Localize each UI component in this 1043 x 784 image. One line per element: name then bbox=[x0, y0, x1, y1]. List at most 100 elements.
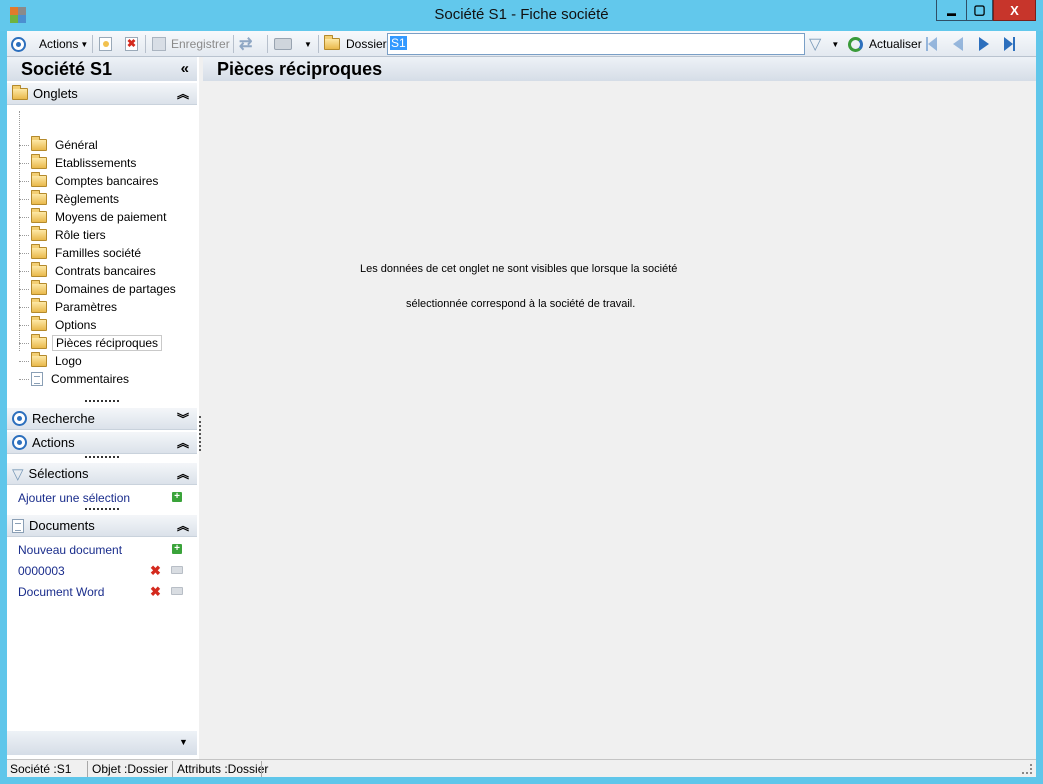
section-selections[interactable]: ▽ Sélections ︽ bbox=[7, 463, 197, 485]
first-record-button[interactable] bbox=[926, 31, 937, 57]
printer-icon[interactable] bbox=[171, 587, 183, 595]
refresh-button[interactable]: Actualiser bbox=[848, 31, 922, 57]
sidebar-tab-item[interactable]: Etablissements bbox=[19, 154, 139, 172]
last-icon bbox=[1004, 37, 1015, 51]
sidebar-tab-label: Domaines de partages bbox=[55, 282, 176, 296]
new-button[interactable] bbox=[99, 31, 112, 57]
chevron-up-icon: ︽ bbox=[176, 467, 189, 481]
chevron-down-icon[interactable]: ▼ bbox=[179, 737, 188, 747]
section-recherche[interactable]: Recherche ︾ bbox=[7, 408, 197, 430]
tree-connector bbox=[19, 144, 29, 146]
sync-button[interactable]: ⇄ bbox=[239, 31, 252, 57]
section-actions[interactable]: Actions ︽ bbox=[7, 432, 197, 454]
sidebar-tab-label: Paramètres bbox=[55, 300, 118, 314]
add-icon[interactable]: + bbox=[172, 544, 182, 554]
window-title: Société S1 - Fiche société bbox=[434, 6, 609, 23]
tree-connector bbox=[19, 270, 29, 272]
sidebar-tab-label: Règlements bbox=[55, 192, 120, 206]
status-divider bbox=[87, 761, 88, 777]
toolbar-divider bbox=[267, 35, 268, 53]
filter-dropdown[interactable]: ▽ ▼ bbox=[809, 31, 839, 57]
sidebar-tab-label: Familles société bbox=[55, 246, 142, 260]
folder-icon bbox=[31, 190, 47, 205]
next-record-button[interactable] bbox=[979, 31, 989, 57]
previous-icon bbox=[953, 37, 963, 51]
section-actions-label: Actions bbox=[32, 435, 75, 450]
first-icon bbox=[926, 37, 937, 51]
section-documents-label: Documents bbox=[29, 518, 95, 533]
folder-icon bbox=[31, 280, 47, 295]
actions-dropdown[interactable]: Actions ▼ bbox=[39, 31, 88, 57]
delete-icon[interactable]: ✖ bbox=[150, 563, 161, 579]
sidebar-tab-item[interactable]: Commentaires bbox=[19, 370, 132, 388]
sidebar-tab-item[interactable]: Général bbox=[19, 136, 101, 154]
sidebar-tab-item[interactable]: Domaines de partages bbox=[19, 280, 179, 298]
tree-connector bbox=[19, 180, 29, 182]
add-selection-link[interactable]: Ajouter une sélection bbox=[18, 491, 130, 505]
chevron-down-icon: ▼ bbox=[304, 39, 312, 49]
folder-icon bbox=[31, 172, 47, 187]
sidebar-tab-label: Moyens de paiement bbox=[55, 210, 167, 224]
sidebar-tab-item[interactable]: Règlements bbox=[19, 190, 122, 208]
section-onglets[interactable]: Onglets ︽ bbox=[7, 83, 197, 105]
sidebar-tab-item[interactable]: Familles société bbox=[19, 244, 144, 262]
dossier-input-value: S1 bbox=[390, 36, 407, 50]
add-icon[interactable]: + bbox=[172, 492, 182, 502]
collapse-panel-icon[interactable]: « bbox=[181, 60, 189, 77]
resize-grip-icon[interactable] bbox=[1022, 764, 1032, 774]
last-record-button[interactable] bbox=[1004, 31, 1015, 57]
sidebar-tab-label: Pièces réciproques bbox=[52, 335, 163, 351]
document-link[interactable]: 0000003 bbox=[18, 564, 65, 578]
resize-grip[interactable] bbox=[85, 508, 119, 510]
folder-icon bbox=[31, 298, 47, 313]
section-documents[interactable]: Documents ︽ bbox=[7, 515, 197, 537]
target-icon bbox=[12, 435, 27, 450]
tree-connector bbox=[19, 198, 29, 200]
save-label: Enregistrer bbox=[171, 37, 230, 51]
new-document-link[interactable]: Nouveau document bbox=[18, 543, 122, 557]
delete-button[interactable]: ✖ bbox=[125, 31, 138, 57]
status-societe: Société :S1 bbox=[10, 762, 72, 776]
document-link[interactable]: Document Word bbox=[18, 585, 104, 599]
panel-splitter[interactable] bbox=[199, 416, 201, 451]
sidebar-tab-item[interactable]: Comptes bancaires bbox=[19, 172, 161, 190]
sidebar-tab-item[interactable]: Contrats bancaires bbox=[19, 262, 159, 280]
dossier-label: Dossier bbox=[346, 37, 387, 51]
sidebar-tab-item[interactable]: Logo bbox=[19, 352, 85, 370]
toolbar-divider bbox=[92, 35, 93, 53]
sidebar-tab-item[interactable]: Rôle tiers bbox=[19, 226, 109, 244]
sidebar-tab-item[interactable]: Options bbox=[19, 316, 99, 334]
previous-record-button[interactable] bbox=[953, 31, 963, 57]
resize-grip[interactable] bbox=[85, 456, 119, 458]
sidebar-tab-label: Commentaires bbox=[51, 372, 130, 386]
save-button[interactable]: Enregistrer bbox=[152, 31, 230, 57]
resize-grip[interactable] bbox=[85, 400, 119, 402]
tree-connector bbox=[19, 306, 29, 308]
status-divider bbox=[172, 761, 173, 777]
close-button[interactable]: X bbox=[993, 0, 1036, 21]
folder-icon bbox=[31, 316, 47, 331]
chevron-up-icon: ︽ bbox=[176, 87, 189, 101]
minimize-button[interactable]: ▬ bbox=[936, 0, 967, 21]
menu-circle-button[interactable] bbox=[11, 31, 26, 57]
print-dropdown[interactable]: ▼ bbox=[274, 31, 312, 57]
sidebar-tab-item[interactable]: Pièces réciproques bbox=[19, 334, 163, 352]
minimize-icon: ▬ bbox=[947, 8, 956, 18]
refresh-icon bbox=[848, 36, 863, 52]
delete-icon[interactable]: ✖ bbox=[150, 584, 161, 600]
maximize-button[interactable]: ▢ bbox=[966, 0, 993, 21]
sidebar-tab-label: Comptes bancaires bbox=[55, 174, 159, 188]
folder-icon bbox=[31, 136, 47, 151]
filter-icon: ▽ bbox=[809, 36, 822, 53]
printer-icon[interactable] bbox=[171, 566, 183, 574]
dossier-input[interactable]: S1 bbox=[387, 33, 805, 55]
sidebar-tab-item[interactable]: Paramètres bbox=[19, 298, 120, 316]
sidebar: Société S1 « Onglets ︽ Général Etablissem… bbox=[7, 57, 199, 759]
sidebar-tab-item[interactable]: Moyens de paiement bbox=[19, 208, 169, 226]
sidebar-title: Société S1 « bbox=[7, 57, 197, 81]
toolbar-divider bbox=[318, 35, 319, 53]
filter-icon: ▽ bbox=[12, 465, 24, 483]
chevron-down-icon: ▼ bbox=[831, 39, 840, 49]
status-divider bbox=[261, 761, 262, 777]
document-icon bbox=[12, 518, 24, 533]
